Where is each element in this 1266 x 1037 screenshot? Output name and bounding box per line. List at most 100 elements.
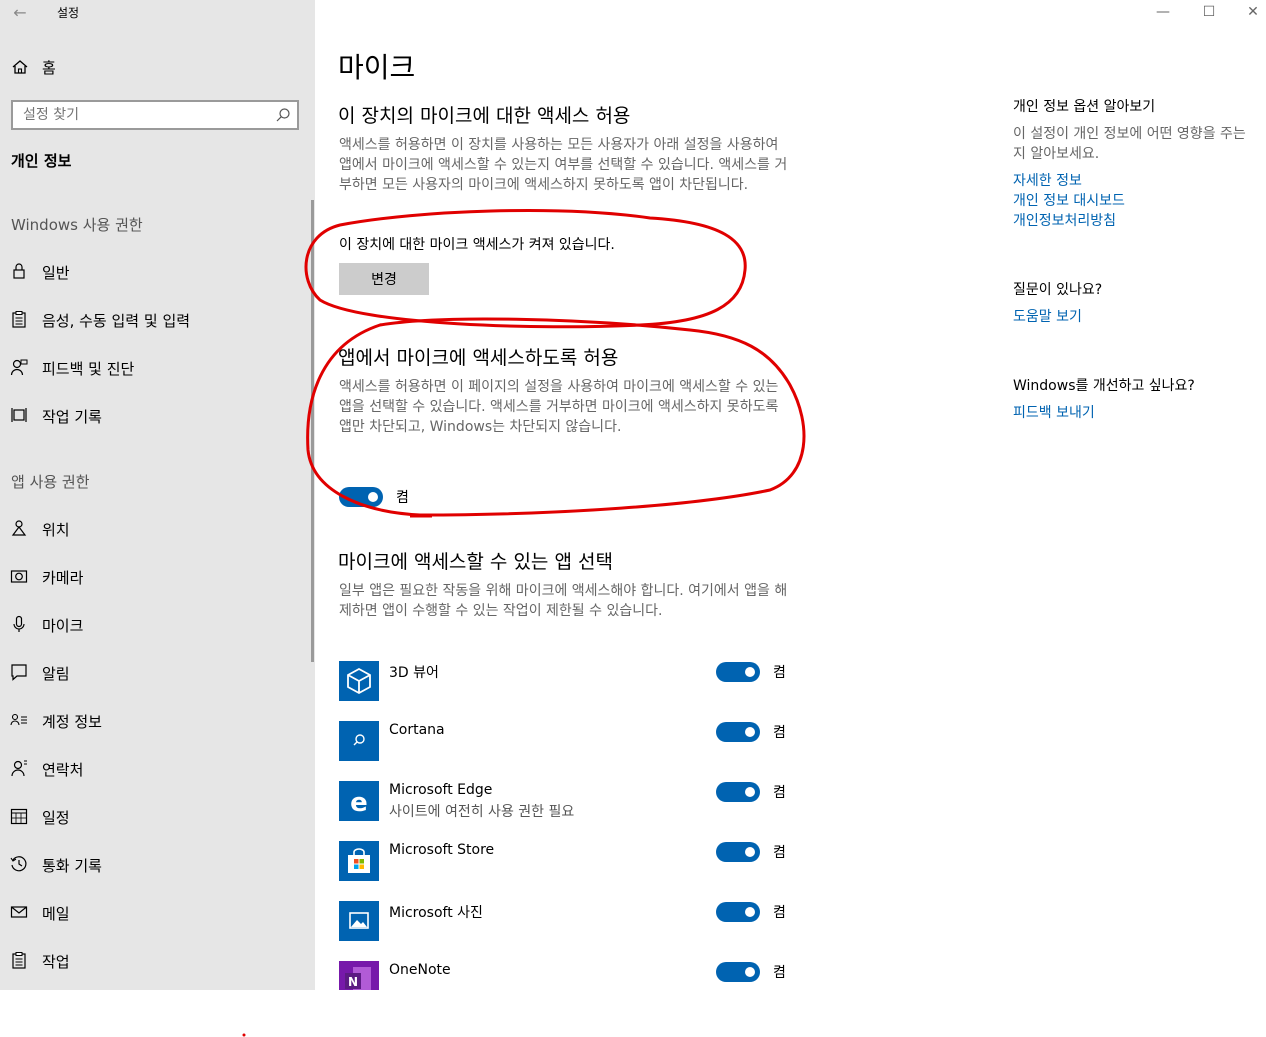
current-section-title: 개인 정보 [11,152,72,170]
app-access-heading: 앱에서 마이크에 액세스하도록 허용 [338,347,619,369]
arrow-left-icon: ← [13,3,27,22]
app-row-edge: e Microsoft Edge 사이트에 여전히 사용 권한 필요 켬 [339,781,799,821]
question-heading: 질문이 있나요? [1013,282,1103,298]
svg-text:N: N [348,975,358,989]
account-info-icon [10,713,27,726]
sidebar-item-label: 피드백 및 진단 [42,360,135,378]
sidebar-item-activity-history[interactable]: 작업 기록 [0,396,310,436]
close-button[interactable]: ✕ [1230,0,1266,24]
windows-permissions-label: Windows 사용 권한 [11,216,143,234]
app-access-toggle[interactable] [339,487,383,507]
sidebar-item-label: 메일 [42,905,70,923]
sidebar-item-location[interactable]: 위치 [0,509,310,549]
clipboard-icon [12,311,26,328]
app-toggle[interactable] [716,782,760,802]
toggle-knob [745,907,755,917]
home-icon [12,60,28,74]
sidebar-item-label: 통화 기록 [42,857,102,875]
change-button[interactable]: 변경 [339,263,429,295]
photos-icon [339,901,379,941]
device-access-status: 이 장치에 대한 마이크 액세스가 켜져 있습니다. [339,237,615,253]
settings-window: ← 설정 홈 개인 정보 Windows 사용 권한 일반 [0,0,1266,1037]
app-name: 3D 뷰어 [389,665,439,681]
titlebar-left: ← 설정 [0,0,315,30]
sidebar-item-label: 작업 기록 [42,408,102,426]
give-feedback-link[interactable]: 피드백 보내기 [1013,402,1095,422]
sidebar-item-general[interactable]: 일반 [0,252,310,292]
minimize-button[interactable]: — [1140,0,1186,24]
privacy-statement-link[interactable]: 개인정보처리방침 [1013,210,1116,230]
sidebar-item-feedback[interactable]: 피드백 및 진단 [0,348,310,388]
get-help-link[interactable]: 도움말 보기 [1013,306,1082,326]
device-access-description: 액세스를 허용하면 이 장치를 사용하는 모든 사용자가 아래 설정을 사용하여… [339,137,788,193]
sidebar-item-account-info[interactable]: 계정 정보 [0,701,310,741]
toggle-knob [745,727,755,737]
cortana-icon [339,721,379,761]
maximize-button[interactable]: ☐ [1186,0,1232,24]
sidebar-item-label: 마이크 [42,617,84,635]
edge-icon: e [339,781,379,821]
sidebar-item-mail[interactable]: 메일 [0,893,310,933]
search-box[interactable] [11,100,299,130]
app-row-photos: Microsoft 사진 켬 [339,901,799,941]
app-name: Microsoft 사진 [389,905,483,921]
notification-icon [11,664,27,681]
app-toggle[interactable] [716,722,760,742]
sidebar-item-label: 일반 [42,264,70,282]
store-icon [339,841,379,881]
toggle-knob [368,492,378,502]
sidebar-item-label: 작업 [42,953,70,971]
sidebar-item-speech[interactable]: 음성, 수동 입력 및 입력 [0,300,310,340]
annotation-dot [242,1033,246,1037]
sidebar-item-label: 연락처 [42,761,84,779]
sidebar-item-microphone[interactable]: 마이크 [0,605,310,645]
onenote-icon: N [339,961,379,990]
app-name: Microsoft Store [389,842,495,858]
back-button[interactable]: ← [8,2,32,24]
sidebar-item-label: 계정 정보 [42,713,102,731]
mail-icon [10,906,28,918]
sidebar: ← 설정 홈 개인 정보 Windows 사용 권한 일반 [0,0,315,990]
contacts-icon [11,760,27,777]
app-name: Microsoft Edge [389,782,493,798]
choose-apps-heading: 마이크에 액세스할 수 있는 앱 선택 [338,551,613,573]
device-access-heading: 이 장치의 마이크에 대한 액세스 허용 [338,105,631,127]
app-row-cortana: Cortana 켬 [339,721,799,761]
app-toggle-label: 켬 [773,785,786,801]
app-toggle-label: 켬 [773,665,786,681]
app-toggle[interactable] [716,662,760,682]
search-input[interactable] [13,102,263,128]
minimize-icon: — [1156,4,1170,20]
sidebar-item-call-history[interactable]: 통화 기록 [0,845,310,885]
app-permissions-label: 앱 사용 권한 [11,473,90,491]
app-row-store: Microsoft Store 켬 [339,841,799,881]
app-title: 설정 [57,6,80,20]
app-toggle[interactable] [716,902,760,922]
sidebar-item-contacts[interactable]: 연락처 [0,749,310,789]
sidebar-item-camera[interactable]: 카메라 [0,557,310,597]
toggle-knob [745,847,755,857]
sidebar-item-calendar[interactable]: 일정 [0,797,310,837]
app-access-description: 액세스를 허용하면 이 페이지의 설정을 사용하여 마이크에 액세스할 수 있는… [339,379,779,435]
sidebar-item-tasks[interactable]: 작업 [0,941,310,981]
camera-icon [10,570,28,583]
sidebar-scrollbar[interactable] [311,200,314,662]
3d-viewer-icon [339,661,379,701]
sidebar-item-label: 음성, 수동 입력 및 입력 [42,312,191,330]
page-title: 마이크 [338,51,416,84]
home-nav-item[interactable]: 홈 [0,52,315,82]
app-toggle[interactable] [716,842,760,862]
sidebar-item-label: 위치 [42,521,70,539]
app-toggle[interactable] [716,962,760,982]
search-icon[interactable] [275,107,291,123]
person-feedback-icon [10,359,28,376]
app-toggle-label: 켬 [773,965,786,981]
app-toggle-label: 켬 [773,845,786,861]
privacy-dashboard-link[interactable]: 개인 정보 대시보드 [1013,190,1125,210]
learn-more-link[interactable]: 자세한 정보 [1013,170,1082,190]
sidebar-item-notifications[interactable]: 알림 [0,653,310,693]
app-access-toggle-label: 켬 [396,490,409,506]
toggle-knob [745,667,755,677]
sidebar-item-label: 카메라 [42,569,84,587]
sidebar-item-label: 일정 [42,809,70,827]
